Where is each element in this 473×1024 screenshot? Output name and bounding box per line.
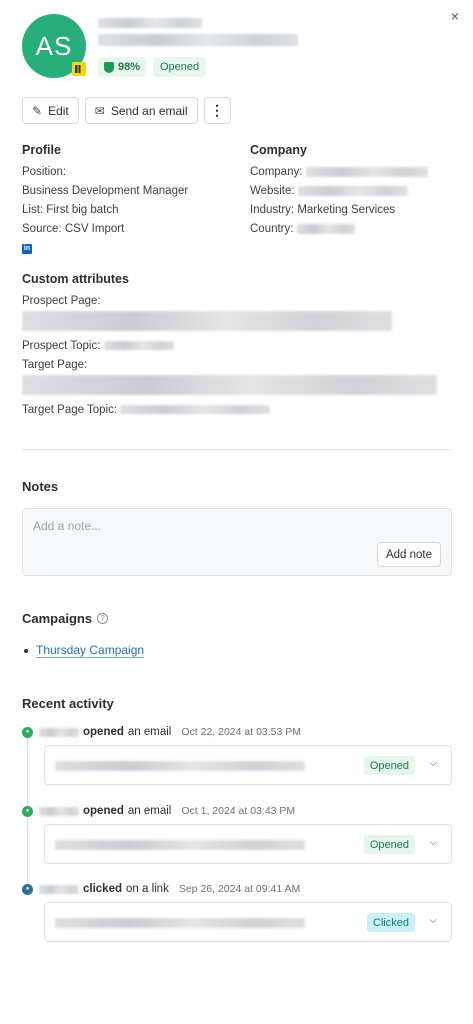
list-badge-icon (72, 62, 86, 76)
activity-object: an email (127, 805, 172, 817)
website-label: Website: (250, 185, 295, 197)
send-email-label: Send an email (110, 103, 188, 118)
chevron-down-icon[interactable]: ⌵ (429, 837, 437, 848)
activity-verb: opened (83, 805, 124, 817)
activity-header: ● opened an email Oct 22, 2024 at 03:53 … (22, 725, 301, 739)
activity-time: Oct 1, 2024 at 03:43 PM (181, 805, 296, 817)
list-value: First big batch (46, 204, 119, 216)
list-label: List: (22, 204, 44, 216)
bullet-icon (24, 648, 28, 653)
activity-header: ● clicked on a link Sep 26, 2024 at 09:4… (22, 882, 300, 896)
activity-header: ● opened an email Oct 1, 2024 at 03:43 P… (22, 804, 295, 818)
activity-time: Sep 26, 2024 at 09:41 AM (178, 883, 301, 895)
envelope-icon: ✉ (94, 103, 105, 118)
close-button[interactable]: × (451, 8, 459, 24)
activity-actor-redacted (39, 806, 79, 816)
prospect-topic-row: Prospect Topic: (22, 337, 452, 356)
activity-verb: opened (83, 726, 124, 738)
source-value: CSV Import (64, 223, 125, 235)
contact-header: AS 98% Opened (22, 14, 452, 78)
target-page-topic-redacted (120, 405, 271, 415)
chevron-down-icon[interactable]: ⌵ (429, 758, 437, 769)
help-icon[interactable]: ? (97, 613, 109, 624)
company-row: Company: (250, 163, 450, 182)
section-divider (22, 449, 452, 450)
country-row: Country: (250, 220, 450, 239)
score-badge: 98% (98, 57, 147, 77)
opened-badge: Opened (363, 835, 415, 854)
prospect-topic-redacted (103, 341, 174, 351)
contact-title-redacted (98, 34, 298, 46)
country-value-redacted (296, 223, 355, 234)
link-clicked-icon: ● (22, 883, 33, 895)
profile-title: Profile (22, 143, 61, 157)
notes-title: Notes (22, 479, 59, 494)
email-subject-redacted (55, 761, 305, 771)
send-email-button[interactable]: ✉ Send an email (84, 97, 198, 124)
country-label: Country: (250, 223, 294, 235)
industry-label: Industry: (250, 204, 295, 216)
activity-actor-redacted (39, 884, 79, 894)
company-title: Company (250, 143, 307, 157)
prospect-page-label: Prospect Page: (22, 295, 101, 307)
campaigns-title: Campaigns ? (22, 611, 109, 626)
shield-icon (104, 61, 114, 73)
note-input-placeholder[interactable]: Add a note... (33, 519, 101, 533)
note-input-box[interactable]: Add a note... Add note (22, 508, 452, 576)
activity-actor-redacted (39, 727, 79, 737)
activity-card[interactable]: Opened ⌵ (44, 745, 452, 785)
position-value: Business Development Manager (22, 185, 189, 197)
prospect-page-value[interactable] (22, 311, 452, 337)
company-label: Company: (250, 166, 303, 178)
activity-object: on a link (126, 883, 169, 895)
chevron-down-icon[interactable]: ⌵ (429, 915, 437, 926)
edit-label: Edit (48, 103, 69, 118)
action-bar: ✎ Edit ✉ Send an email ⋮ (22, 97, 231, 124)
score-value: 98% (118, 61, 141, 73)
target-page-topic-row: Target Page Topic: (22, 401, 452, 420)
company-value-redacted (305, 166, 428, 177)
target-page-value[interactable] (22, 375, 452, 401)
custom-attributes-section: Custom attributes Prospect Page: Prospec… (22, 272, 452, 420)
email-subject-redacted (55, 840, 305, 850)
status-badge: Opened (153, 57, 207, 77)
pencil-icon: ✎ (32, 103, 43, 118)
activity-verb: clicked (83, 883, 122, 895)
edit-button[interactable]: ✎ Edit (22, 97, 79, 124)
target-page-label: Target Page: (22, 359, 88, 371)
prospect-page-redacted (22, 311, 392, 331)
recent-activity-title: Recent activity (22, 696, 114, 711)
contact-name-redacted (98, 18, 202, 28)
campaign-list-item: Thursday Campaign (24, 643, 145, 658)
add-note-button[interactable]: Add note (376, 542, 441, 567)
list-row: List: First big batch (22, 201, 232, 220)
position-label: Position: (22, 166, 67, 178)
campaigns-title-text: Campaigns (22, 611, 93, 626)
custom-attributes-title: Custom attributes (22, 272, 129, 286)
more-options-button[interactable]: ⋮ (203, 97, 231, 124)
industry-value: Marketing Services (297, 204, 396, 216)
activity-card[interactable]: Opened ⌵ (44, 824, 452, 864)
email-opened-icon: ● (22, 726, 33, 738)
target-page-topic-label: Target Page Topic: (22, 404, 118, 416)
activity-card[interactable]: Clicked ⌵ (44, 902, 452, 942)
company-section: Company Company: Website: Industry: Mark… (250, 143, 450, 239)
opened-badge: Opened (363, 756, 415, 775)
prospect-topic-label: Prospect Topic: (22, 340, 101, 352)
clicked-badge: Clicked (366, 913, 415, 932)
source-row: Source: CSV Import (22, 220, 232, 239)
email-subject-redacted (55, 918, 305, 928)
website-value-redacted[interactable] (297, 185, 408, 196)
industry-row: Industry: Marketing Services (250, 201, 450, 220)
source-label: Source: (22, 223, 62, 235)
profile-section: Profile Position: Business Development M… (22, 143, 232, 254)
target-page-redacted (22, 375, 437, 395)
linkedin-icon[interactable]: in (22, 244, 32, 254)
activity-time: Oct 22, 2024 at 03:53 PM (181, 726, 302, 738)
email-opened-icon: ● (22, 805, 33, 817)
campaign-link[interactable]: Thursday Campaign (36, 643, 145, 658)
activity-object: an email (127, 726, 172, 738)
website-row: Website: (250, 182, 450, 201)
